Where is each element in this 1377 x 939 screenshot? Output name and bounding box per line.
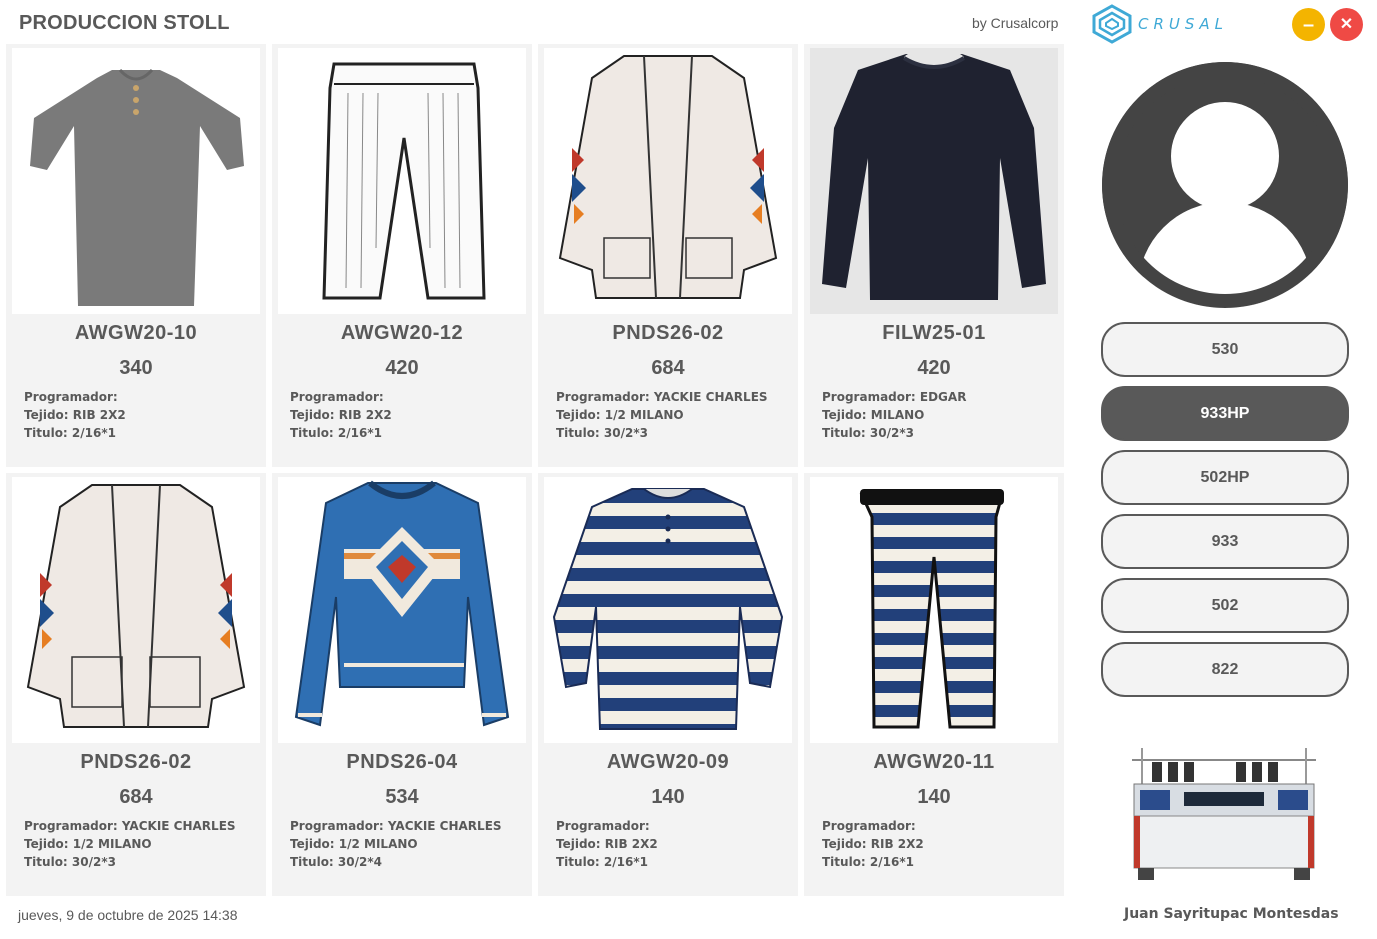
product-quantity: 420 <box>385 357 419 379</box>
cream-cardigan-image <box>544 48 792 314</box>
tejido-label: Tejido: 1/2 MILANO <box>556 408 684 422</box>
product-image <box>12 48 260 314</box>
product-image <box>544 48 792 314</box>
product-card[interactable]: AWGW20-12 420 Programador: Tejido: RIB 2… <box>272 44 532 467</box>
product-quantity: 140 <box>917 786 951 808</box>
programador-label: Programador: <box>556 819 650 833</box>
crusal-logo: CRUSAL <box>1090 2 1265 46</box>
product-card[interactable]: PNDS26-02 684 Programador: YACKIE CHARLE… <box>6 473 266 896</box>
product-quantity: 534 <box>385 786 419 808</box>
product-info: Programador: Tejido: RIB 2X2 Titulo: 2/1… <box>822 817 924 871</box>
tejido-label: Tejido: RIB 2X2 <box>556 837 658 851</box>
machine-button-502[interactable]: 502 <box>1101 578 1349 633</box>
product-code: AWGW20-09 <box>606 751 730 773</box>
titulo-label: Titulo: 2/16*1 <box>556 855 648 869</box>
datetime-label: jueves, 9 de octubre de 2025 14:38 <box>18 907 238 923</box>
titulo-label: Titulo: 2/16*1 <box>24 426 116 440</box>
programador-label: Programador: YACKIE CHARLES <box>556 390 768 404</box>
minimize-icon: – <box>1302 13 1315 36</box>
tejido-label: Tejido: RIB 2X2 <box>822 837 924 851</box>
programador-label: Programador: YACKIE CHARLES <box>24 819 236 833</box>
programador-label: Programador: <box>24 390 118 404</box>
product-info: Programador: YACKIE CHARLES Tejido: 1/2 … <box>290 817 502 871</box>
product-card[interactable]: PNDS26-02 684 Programador: YACKIE CHARLE… <box>538 44 798 467</box>
product-image <box>810 48 1058 314</box>
user-name: Juan Sayritupac Montesdas <box>1124 906 1339 922</box>
blue-pattern-sweater-image <box>278 477 526 743</box>
titulo-label: Titulo: 2/16*1 <box>290 426 382 440</box>
product-info: Programador: Tejido: RIB 2X2 Titulo: 2/1… <box>556 817 658 871</box>
product-card[interactable]: PNDS26-04 534 Programador: YACKIE CHARLE… <box>272 473 532 896</box>
product-info: Programador: Tejido: RIB 2X2 Titulo: 2/1… <box>290 388 392 442</box>
byline: by Crusalcorp <box>972 15 1059 31</box>
product-code: FILW25-01 <box>882 322 986 344</box>
product-code: PNDS26-02 <box>80 751 192 773</box>
titulo-label: Titulo: 30/2*4 <box>290 855 382 869</box>
user-avatar-icon <box>1102 62 1348 308</box>
product-card[interactable]: AWGW20-09 140 Programador: Tejido: RIB 2… <box>538 473 798 896</box>
programador-label: Programador: <box>290 390 384 404</box>
logo-text: CRUSAL <box>1138 15 1229 33</box>
product-code: PNDS26-04 <box>346 751 458 773</box>
product-card[interactable]: FILW25-01 420 Programador: EDGAR Tejido:… <box>804 44 1064 467</box>
close-button[interactable]: ✕ <box>1330 8 1363 41</box>
product-card[interactable]: AWGW20-11 140 Programador: Tejido: RIB 2… <box>804 473 1064 896</box>
product-code: AWGW20-10 <box>74 322 198 344</box>
product-card[interactable]: AWGW20-10 340 Programador: Tejido: RIB 2… <box>6 44 266 467</box>
crusal-hexagon-icon <box>1092 4 1132 44</box>
app-title: PRODUCCION STOLL <box>19 12 230 34</box>
product-grid: AWGW20-10 340 Programador: Tejido: RIB 2… <box>6 44 1064 896</box>
titulo-label: Titulo: 30/2*3 <box>24 855 116 869</box>
tejido-label: Tejido: 1/2 MILANO <box>24 837 152 851</box>
gray-dress-image <box>12 48 260 314</box>
product-info: Programador: Tejido: RIB 2X2 Titulo: 2/1… <box>24 388 126 442</box>
programador-label: Programador: EDGAR <box>822 390 967 404</box>
tejido-label: Tejido: MILANO <box>822 408 925 422</box>
product-image <box>278 477 526 743</box>
titulo-label: Titulo: 30/2*3 <box>822 426 914 440</box>
product-quantity: 684 <box>119 786 153 808</box>
machine-button-933hp[interactable]: 933HP <box>1101 386 1349 441</box>
programador-label: Programador: YACKIE CHARLES <box>290 819 502 833</box>
machine-button-822[interactable]: 822 <box>1101 642 1349 697</box>
cream-cardigan-image <box>12 477 260 743</box>
machine-button-502hp[interactable]: 502HP <box>1101 450 1349 505</box>
striped-pants-image <box>810 477 1058 743</box>
product-quantity: 420 <box>917 357 951 379</box>
knitting-machine-image <box>1124 742 1324 884</box>
tejido-label: Tejido: RIB 2X2 <box>24 408 126 422</box>
product-image <box>12 477 260 743</box>
titulo-label: Titulo: 30/2*3 <box>556 426 648 440</box>
product-code: AWGW20-11 <box>873 751 995 773</box>
striped-henley-image <box>544 477 792 743</box>
titulo-label: Titulo: 2/16*1 <box>822 855 914 869</box>
minimize-button[interactable]: – <box>1292 8 1325 41</box>
close-icon: ✕ <box>1339 15 1354 33</box>
product-info: Programador: YACKIE CHARLES Tejido: 1/2 … <box>24 817 236 871</box>
product-quantity: 340 <box>119 357 153 379</box>
product-info: Programador: YACKIE CHARLES Tejido: 1/2 … <box>556 388 768 442</box>
product-image <box>544 477 792 743</box>
product-quantity: 140 <box>651 786 685 808</box>
navy-sweater-image <box>810 48 1058 314</box>
machine-button-530[interactable]: 530 <box>1101 322 1349 377</box>
product-image <box>810 477 1058 743</box>
white-pants-image <box>278 48 526 314</box>
product-code: AWGW20-12 <box>340 322 464 344</box>
tejido-label: Tejido: RIB 2X2 <box>290 408 392 422</box>
tejido-label: Tejido: 1/2 MILANO <box>290 837 418 851</box>
machine-selector: 530 933HP 502HP 933 502 822 <box>1101 322 1350 706</box>
programador-label: Programador: <box>822 819 916 833</box>
machine-button-933[interactable]: 933 <box>1101 514 1349 569</box>
product-info: Programador: EDGAR Tejido: MILANO Titulo… <box>822 388 966 442</box>
product-quantity: 684 <box>651 357 685 379</box>
product-code: PNDS26-02 <box>612 322 724 344</box>
product-image <box>278 48 526 314</box>
